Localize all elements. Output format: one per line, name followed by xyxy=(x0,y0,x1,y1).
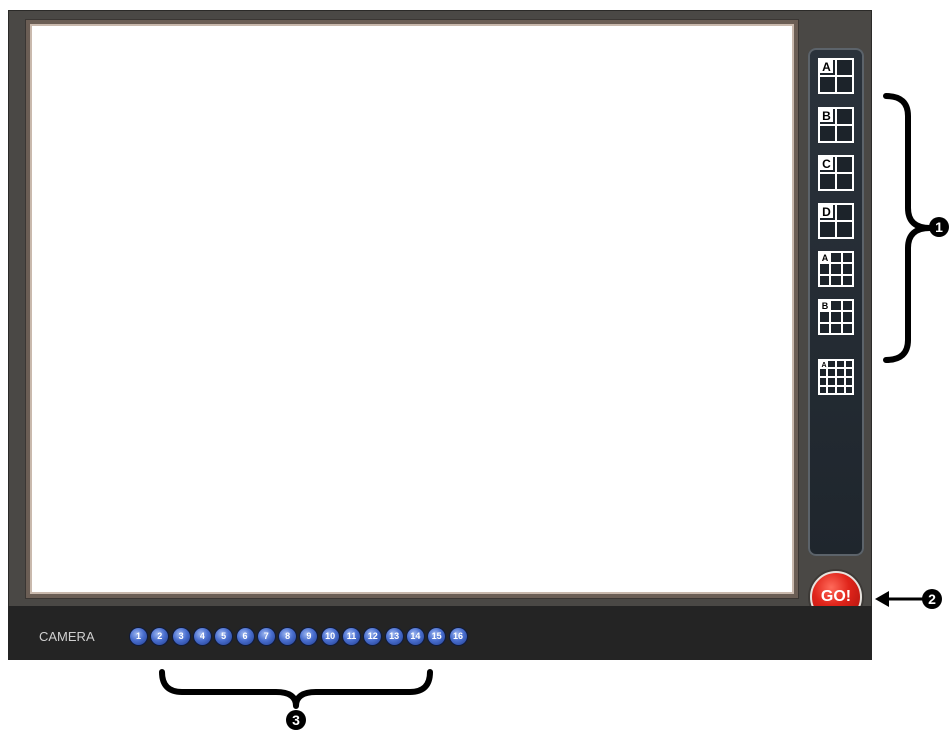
layout-letter: D xyxy=(822,205,831,219)
layout-letter: C xyxy=(822,157,831,171)
layout-button-7[interactable]: A xyxy=(818,359,854,395)
layout-letter: B xyxy=(822,301,829,311)
layout-button-6[interactable]: B xyxy=(818,299,854,335)
sixteen-split-icon: A xyxy=(818,359,854,395)
camera-button-1[interactable]: 1 xyxy=(130,628,147,645)
layout-letter: A xyxy=(821,362,826,369)
layout-button-2[interactable]: B xyxy=(818,107,854,143)
nine-split-a-icon: A xyxy=(818,251,854,287)
layout-button-3[interactable]: C xyxy=(818,155,854,191)
callout-arrow-2 xyxy=(875,591,925,607)
camera-button-3[interactable]: 3 xyxy=(172,628,190,645)
camera-button-13[interactable]: 13 xyxy=(385,628,403,645)
camera-button-6[interactable]: 6 xyxy=(236,628,254,645)
layout-button-1[interactable]: A xyxy=(818,58,854,94)
quad-split-a-icon: A xyxy=(818,58,854,94)
layout-button-5[interactable]: A xyxy=(818,251,854,287)
callout-badge-2: 2 xyxy=(922,589,942,609)
quad-split-d-icon: D xyxy=(818,203,854,239)
quad-split-c-icon: C xyxy=(818,155,854,191)
camera-button-10[interactable]: 10 xyxy=(321,628,339,645)
camera-button-16[interactable]: 16 xyxy=(449,628,467,645)
quad-split-b-icon: B xyxy=(818,107,854,143)
callout-badge-3: 3 xyxy=(286,710,306,730)
video-display-area[interactable] xyxy=(26,20,798,598)
layout-button-4[interactable]: D xyxy=(818,203,854,239)
layout-letter: B xyxy=(822,109,831,123)
camera-button-4[interactable]: 4 xyxy=(193,628,211,645)
camera-button-8[interactable]: 8 xyxy=(279,628,297,645)
callout-bracket-3 xyxy=(159,669,433,709)
camera-label: CAMERA xyxy=(39,629,95,644)
layout-letter: A xyxy=(822,60,831,74)
callout-badge-1: 1 xyxy=(929,217,949,237)
camera-button-14[interactable]: 14 xyxy=(406,628,424,645)
nine-split-b-icon: B xyxy=(818,299,854,335)
camera-button-11[interactable]: 11 xyxy=(343,628,360,645)
layout-letter: A xyxy=(822,253,829,263)
camera-button-7[interactable]: 7 xyxy=(257,628,275,645)
